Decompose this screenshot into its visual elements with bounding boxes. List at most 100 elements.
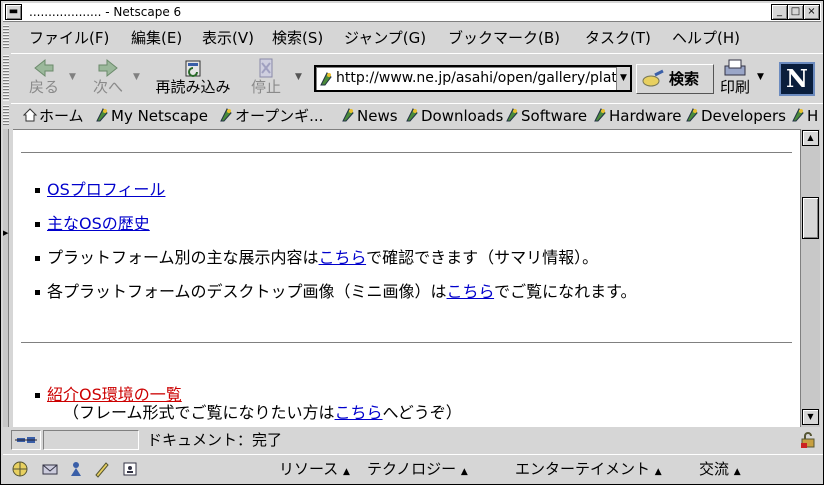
title-bar[interactable]: ▬ ................... - Netscape 6 _ □ ×: [3, 3, 821, 22]
status-text: ドキュメント：完了: [147, 431, 283, 449]
entertainment-menu[interactable]: エンターテイメント ▲: [515, 460, 662, 481]
chevron-up-icon: ▲: [654, 467, 662, 477]
print-button[interactable]: 印刷: [715, 56, 755, 100]
maximize-button[interactable]: □: [787, 4, 804, 20]
url-dropdown-icon[interactable]: ▼: [616, 67, 630, 90]
menu-help[interactable]: ヘルプ(H): [672, 28, 740, 48]
chevron-up-icon: ▲: [733, 467, 741, 477]
bookmark-news[interactable]: News: [341, 106, 398, 126]
os-history-link[interactable]: 主なOSの歴史: [47, 214, 150, 233]
bookmark-software[interactable]: Software: [505, 106, 587, 126]
technology-menu[interactable]: テクノロジー ▲: [367, 460, 468, 481]
bookmark-icon: [594, 108, 606, 122]
bullet: [35, 290, 40, 295]
menubar-grip[interactable]: [3, 25, 9, 49]
bookmark-hardware[interactable]: Hardware: [593, 106, 681, 126]
bookmark-icon: [792, 108, 804, 122]
menu-search[interactable]: 検索(S): [272, 28, 323, 48]
netscape-logo[interactable]: N: [779, 62, 815, 96]
menu-bar: ファイル(F) 編集(E) 表示(V) 検索(S) ジャンプ(G) ブックマーク…: [11, 25, 823, 51]
window-menu-button[interactable]: ▬: [5, 4, 22, 20]
page-proxy-icon[interactable]: [319, 71, 333, 87]
bookmark-downloads[interactable]: Downloads: [405, 106, 503, 126]
security-lock-icon[interactable]: [799, 431, 817, 449]
bookmark-icon: [342, 108, 354, 122]
summary-link[interactable]: こちら: [319, 248, 367, 267]
os-profile-link[interactable]: OSプロフィール: [47, 180, 165, 199]
bookmark-icon: [96, 108, 108, 122]
bookmark-icon: [220, 108, 232, 122]
resources-menu[interactable]: リソース ▲: [279, 460, 350, 481]
bookmark-truncated[interactable]: H: [791, 106, 818, 126]
community-menu[interactable]: 交流 ▲: [699, 460, 741, 481]
browser-window: ▬ ................... - Netscape 6 _ □ ×…: [0, 0, 824, 485]
desktop-images-link[interactable]: こちら: [447, 282, 495, 301]
scroll-up-arrow-icon[interactable]: ▲: [802, 130, 819, 146]
horizontal-rule: [21, 152, 792, 154]
bookmark-open-gallery[interactable]: オープンギ...: [219, 106, 323, 126]
forward-arrow-icon: [98, 58, 118, 78]
frame-version-link[interactable]: こちら: [335, 403, 383, 422]
home-button[interactable]: ホーム: [23, 106, 84, 126]
online-plug-icon[interactable]: [15, 434, 37, 446]
bullet: [35, 393, 40, 398]
list-item: プラットフォーム別の主な展示内容はこちらで確認できます（サマリ情報）。: [35, 248, 598, 268]
reload-icon: [185, 60, 201, 77]
menu-file[interactable]: ファイル(F): [29, 28, 109, 48]
search-button[interactable]: 検索: [636, 64, 714, 94]
scroll-thumb[interactable]: [802, 197, 819, 239]
status-bar: ドキュメント：完了: [11, 429, 823, 451]
printer-icon: [724, 59, 746, 76]
page-content: OSプロフィール 主なOSの歴史 プラットフォーム別の主な展示内容はこちらで確認…: [13, 129, 800, 427]
mail-icon[interactable]: [41, 460, 59, 478]
home-icon: [23, 108, 37, 122]
list-item: 紹介OS環境の一覧: [35, 385, 182, 405]
menu-tasks[interactable]: タスク(T): [585, 28, 651, 48]
navigator-icon[interactable]: [11, 460, 29, 478]
stop-button[interactable]: 停止: [243, 56, 289, 100]
bookmark-developers[interactable]: Developers: [685, 106, 786, 126]
forward-dropdown-arrow-icon[interactable]: ▼: [133, 72, 140, 82]
sidebar-splitter[interactable]: ▶: [3, 129, 9, 427]
personal-toolbar-grip[interactable]: [3, 105, 9, 125]
menu-bookmarks[interactable]: ブックマーク(B): [448, 28, 560, 48]
bookmark-icon: [686, 108, 698, 122]
menu-edit[interactable]: 編集(E): [131, 28, 182, 48]
back-arrow-icon: [34, 58, 54, 78]
list-item-note: （フレーム形式でご覧になりたい方はこちらへどうぞ）: [63, 403, 462, 422]
address-book-icon[interactable]: [121, 460, 139, 478]
toolbar-dropdown-arrow-icon[interactable]: ▼: [295, 72, 302, 82]
vertical-scrollbar[interactable]: ▲ ▼: [800, 129, 820, 427]
menu-go[interactable]: ジャンプ(G): [344, 28, 426, 48]
progress-cell: [43, 430, 139, 450]
url-text[interactable]: http://www.ne.jp/asahi/open/gallery/plat: [336, 70, 617, 86]
forward-button[interactable]: 次へ: [85, 56, 131, 100]
url-bar[interactable]: http://www.ne.jp/asahi/open/gallery/plat…: [314, 65, 632, 92]
instant-messenger-icon[interactable]: [67, 460, 85, 478]
toolbar-grip[interactable]: [3, 55, 9, 101]
composer-icon[interactable]: [93, 460, 111, 478]
navigation-toolbar: 戻る ▼ 次へ ▼ 再読み込み 停止 ▼ http://www.ne.jp/as…: [11, 53, 823, 103]
minimize-button[interactable]: _: [771, 4, 788, 20]
search-icon: [642, 69, 664, 87]
menu-view[interactable]: 表示(V): [202, 28, 254, 48]
component-bar: リソース ▲ テクノロジー ▲ エンターテイメント ▲ 交流 ▲: [3, 454, 823, 484]
personal-toolbar: ホーム My Netscape オープンギ... News Downloads …: [11, 103, 823, 127]
list-item: OSプロフィール: [35, 180, 165, 200]
bullet: [35, 188, 40, 193]
connection-status-cell: [11, 430, 41, 450]
list-item: 主なOSの歴史: [35, 214, 150, 234]
back-button[interactable]: 戻る: [21, 56, 67, 100]
os-list-link[interactable]: 紹介OS環境の一覧: [47, 385, 182, 404]
scroll-down-arrow-icon[interactable]: ▼: [802, 409, 819, 425]
bookmark-icon: [506, 108, 518, 122]
list-item: 各プラットフォームのデスクトップ画像（ミニ画像）はこちらでご覧になれます。: [35, 282, 636, 302]
bookmark-my-netscape[interactable]: My Netscape: [95, 106, 208, 126]
reload-button[interactable]: 再読み込み: [151, 56, 235, 100]
sidebar-toggle-icon[interactable]: ▶: [3, 229, 8, 237]
back-dropdown-arrow-icon[interactable]: ▼: [69, 72, 76, 82]
close-button[interactable]: ×: [803, 4, 820, 20]
bullet: [35, 256, 40, 261]
print-dropdown-arrow-icon[interactable]: ▼: [757, 72, 764, 82]
window-title: ................... - Netscape 6: [29, 5, 182, 19]
